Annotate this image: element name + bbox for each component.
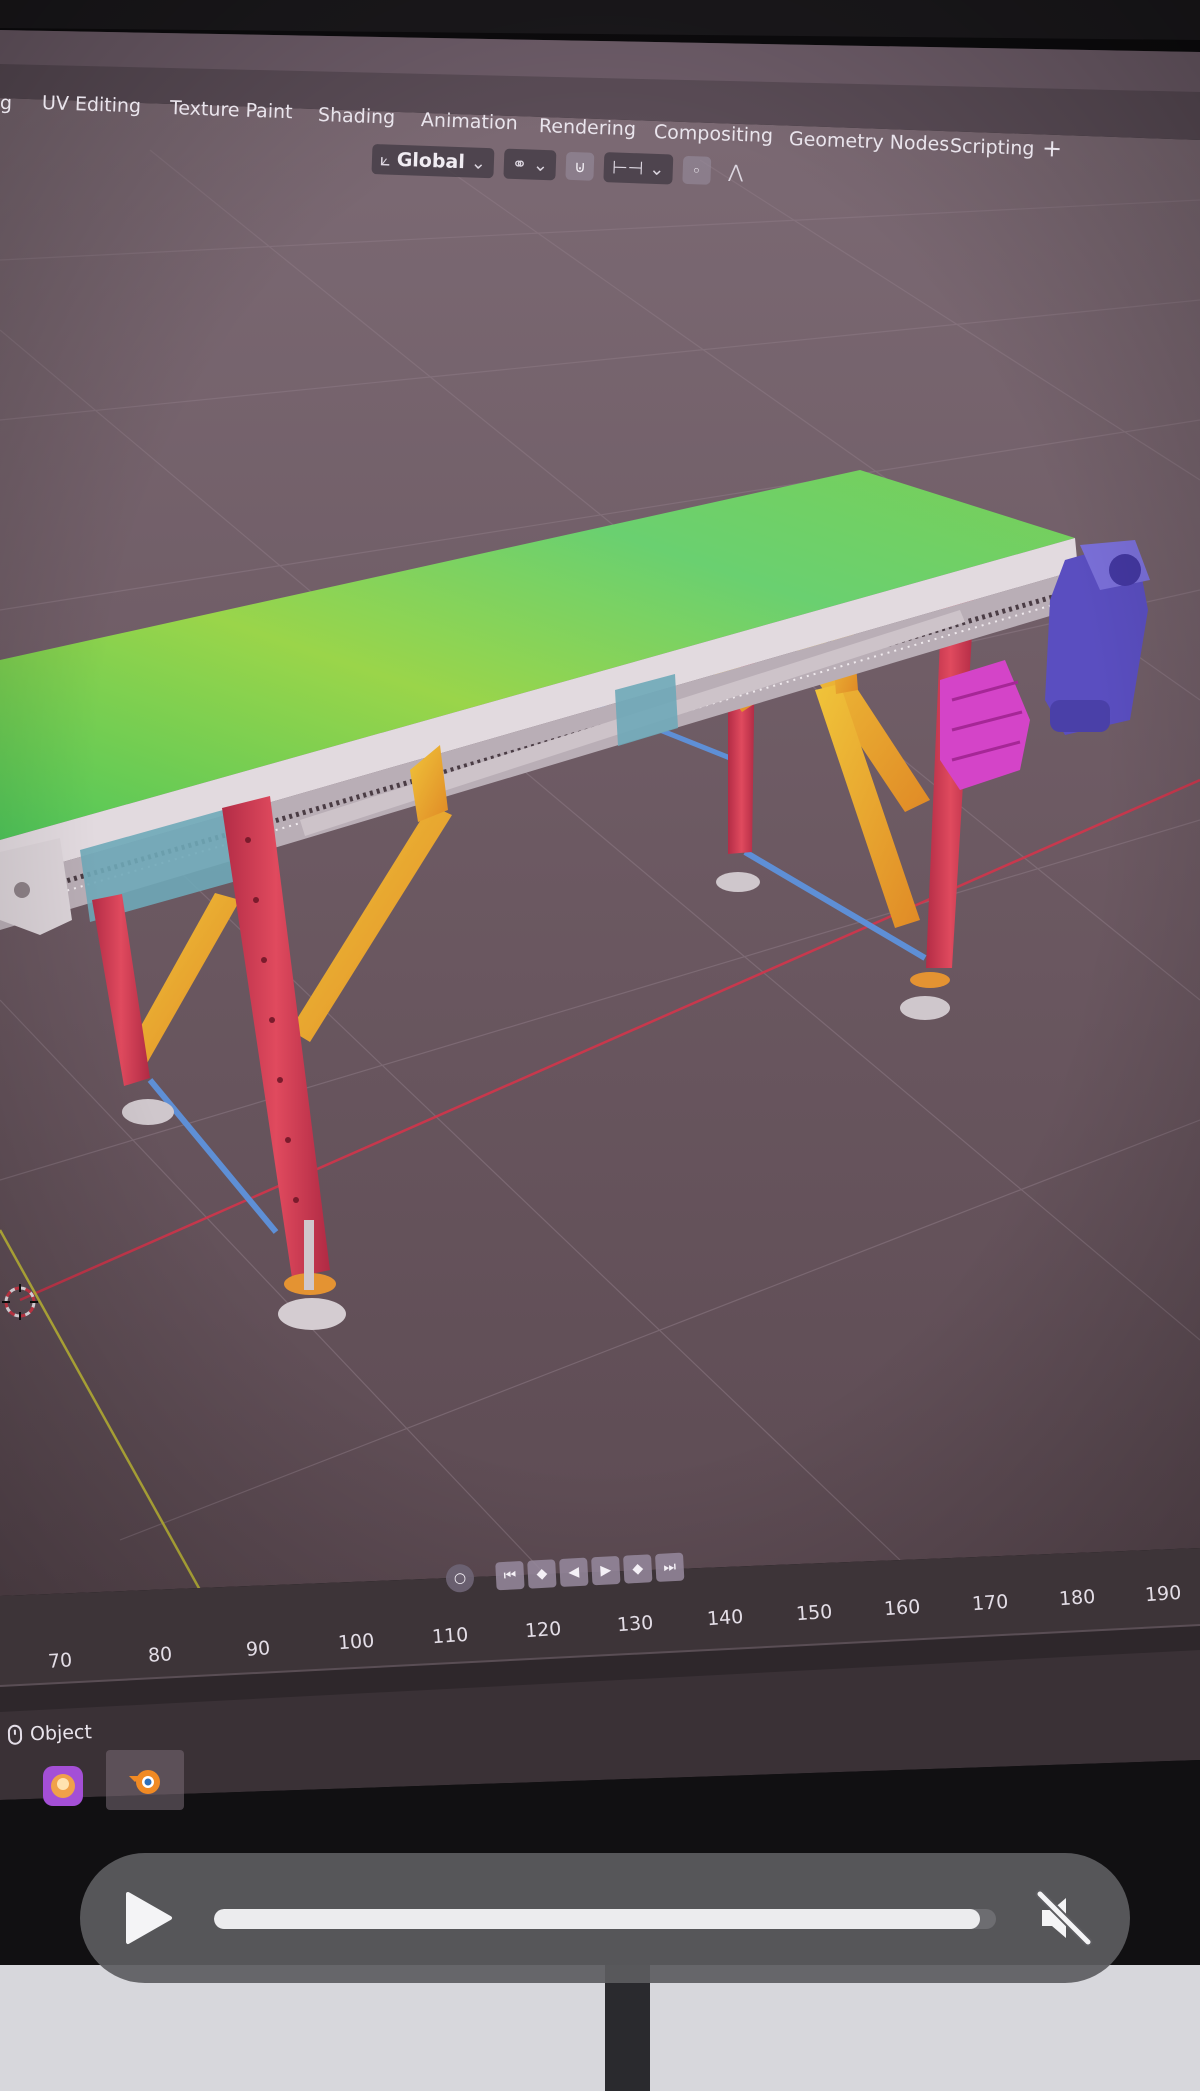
magnet-icon: ⊍ (573, 156, 587, 176)
frame-number: 180 (1058, 1585, 1096, 1611)
tab-shading[interactable]: Shading (318, 104, 396, 129)
proportional-edit-icon: ◦ (691, 160, 702, 180)
add-workspace-button[interactable]: + (1042, 134, 1063, 163)
frame-number: 190 (1144, 1581, 1182, 1607)
frame-number: 80 (147, 1643, 173, 1667)
jump-to-end-button[interactable]: ⏭ (654, 1552, 685, 1582)
play-reverse-button[interactable]: ◀ (559, 1557, 589, 1588)
tab-texture-paint[interactable]: Texture Paint (170, 97, 293, 123)
frame-number: 110 (431, 1623, 469, 1649)
frame-number: 90 (245, 1637, 271, 1661)
pivot-point-dropdown[interactable]: ⚭ ⌄ (503, 148, 557, 181)
tab-uv-editing[interactable]: UV Editing (42, 92, 142, 117)
orientation-label: Global (396, 148, 466, 174)
play-button-timeline[interactable]: ▶ (591, 1555, 621, 1586)
tab-scripting[interactable]: Scripting (950, 135, 1035, 160)
next-keyframe-icon: ◆ (631, 1560, 644, 1578)
tab-rendering[interactable]: Rendering (539, 115, 637, 140)
frame-number: 150 (795, 1600, 833, 1626)
video-mute-button[interactable] (1034, 1888, 1094, 1948)
tab-previous[interactable]: g (0, 92, 12, 114)
play-icon (126, 1892, 172, 1944)
chevron-down-icon: ⌄ (470, 151, 487, 174)
jump-to-start-button[interactable]: ⏮ (495, 1560, 525, 1591)
orientation-axis-icon: ⟀ (379, 148, 392, 171)
snap-toggle[interactable]: ⊍ (565, 151, 595, 181)
frame-number: 170 (971, 1590, 1009, 1616)
app-icon (43, 1766, 83, 1806)
frame-number: 100 (337, 1629, 375, 1655)
mouse-icon (7, 1724, 23, 1745)
snap-target-dropdown[interactable]: ⊢⊣ ⌄ (603, 152, 673, 185)
taskbar-app-blender[interactable] (106, 1750, 184, 1810)
status-mode-label: Object (29, 1721, 93, 1746)
record-icon: ○ (453, 1569, 467, 1587)
frame-number: 120 (524, 1617, 562, 1643)
falloff-dropdown[interactable]: ⋀ (720, 156, 752, 187)
tab-animation[interactable]: Animation (421, 109, 519, 134)
snap-increment-icon: ⊢⊣ (611, 156, 644, 179)
frame-number: 160 (883, 1595, 921, 1621)
jump-end-icon: ⏭ (662, 1558, 677, 1576)
prev-keyframe-icon: ◆ (536, 1565, 548, 1583)
frame-number: 140 (706, 1605, 744, 1631)
frame-number: 130 (616, 1611, 654, 1637)
frame-number: 70 (47, 1649, 73, 1673)
video-progress-bar[interactable] (214, 1909, 996, 1929)
chevron-down-icon: ⌄ (649, 158, 665, 180)
play-reverse-icon: ◀ (568, 1564, 580, 1581)
taskbar-app-1[interactable] (24, 1756, 102, 1816)
jump-to-keyframe-prev-button[interactable]: ◆ (527, 1559, 557, 1589)
tab-compositing[interactable]: Compositing (654, 121, 774, 147)
auto-keying-toggle[interactable]: ○ (445, 1563, 475, 1593)
pivot-icon: ⚭ (511, 153, 528, 175)
video-progress-fill (214, 1909, 981, 1929)
blender-icon (129, 1770, 160, 1794)
status-mode: Object (7, 1721, 93, 1746)
play-icon: ▶ (599, 1562, 612, 1579)
jump-start-icon: ⏮ (503, 1567, 517, 1584)
chevron-down-icon: ⌄ (532, 154, 549, 176)
video-play-button[interactable] (118, 1888, 178, 1948)
speaker-muted-icon (1035, 1889, 1093, 1947)
transform-orientation-dropdown[interactable]: ⟀ Global ⌄ (371, 144, 495, 179)
falloff-curve-icon: ⋀ (728, 160, 744, 183)
proportional-edit-toggle[interactable]: ◦ (681, 155, 711, 185)
jump-to-keyframe-next-button[interactable]: ◆ (623, 1554, 653, 1584)
